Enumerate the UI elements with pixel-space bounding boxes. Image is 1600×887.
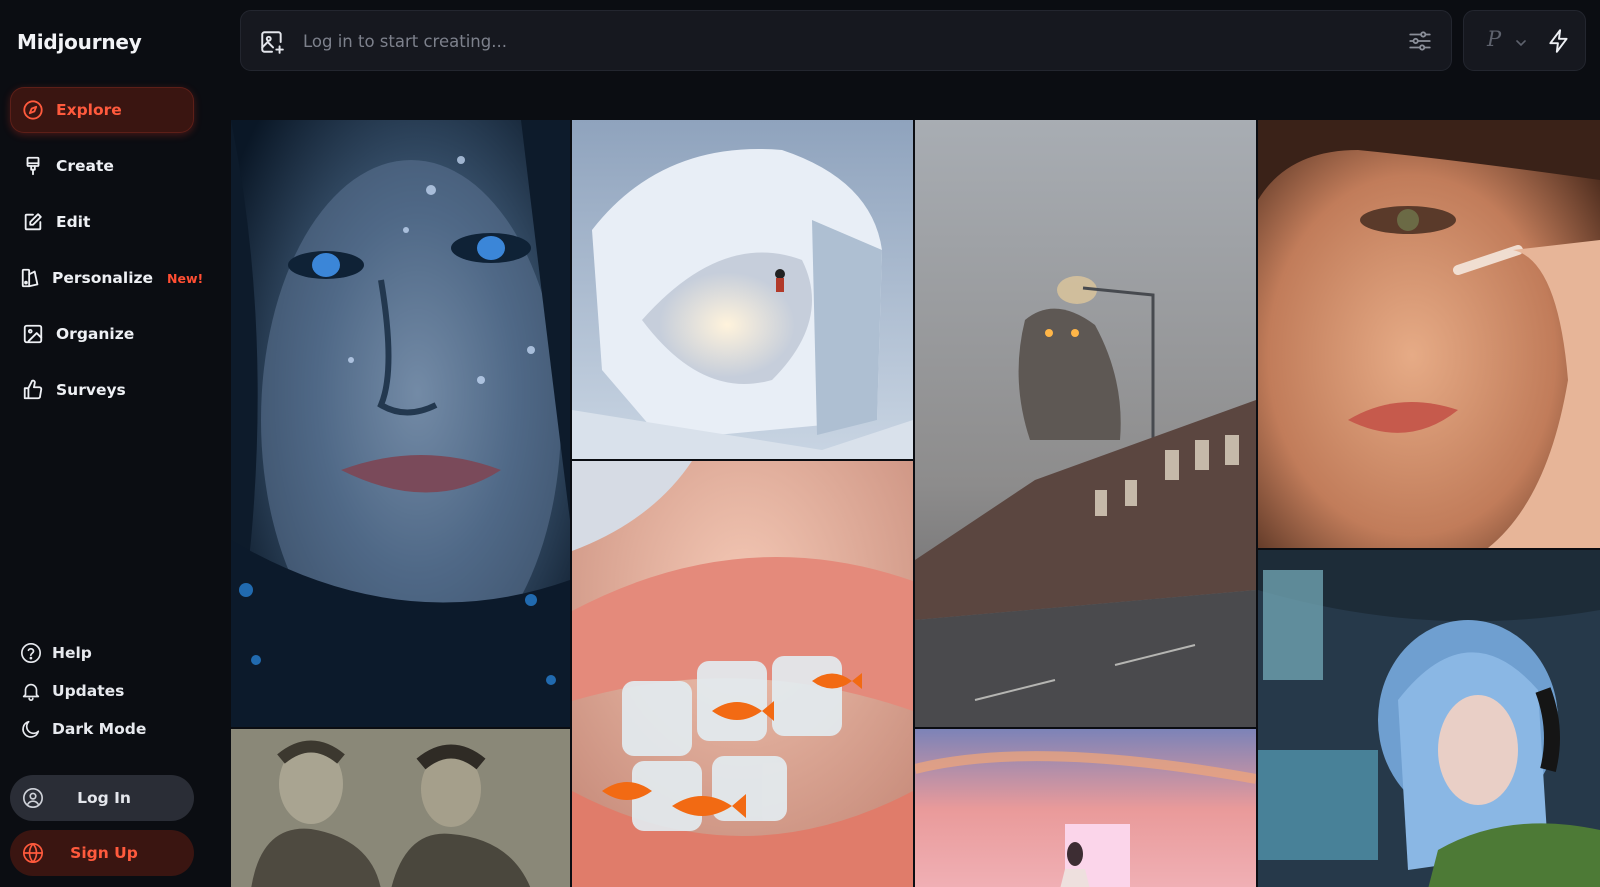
image-folder-icon (20, 321, 46, 347)
updates-link[interactable]: Updates (18, 676, 124, 706)
nav-item-edit[interactable]: Edit (10, 199, 194, 245)
new-badge: New! (167, 270, 204, 286)
gallery-image[interactable] (915, 729, 1256, 887)
updates-label: Updates (52, 682, 125, 700)
sign-up-button[interactable]: Sign Up (10, 830, 194, 876)
gallery-image[interactable] (231, 729, 570, 887)
vintage-men-image (231, 729, 570, 887)
gallery-image[interactable] (572, 120, 913, 459)
sliders-icon[interactable] (1407, 28, 1433, 54)
moon-icon (18, 716, 44, 742)
gallery-image[interactable] (1258, 550, 1600, 887)
help-icon (18, 640, 44, 666)
compass-icon (20, 97, 46, 123)
help-link[interactable]: Help (18, 638, 92, 668)
personalize-icon (20, 265, 42, 291)
prompt-bar (240, 10, 1452, 71)
snow-wave-image (572, 120, 913, 459)
nav-item-personalize[interactable]: Personalize New! (10, 255, 203, 301)
nav-label-surveys: Surveys (56, 381, 126, 399)
nav-label-edit: Edit (56, 213, 91, 231)
nav-item-explore[interactable]: Explore (10, 87, 194, 133)
chevron-down-icon[interactable] (1515, 37, 1527, 49)
explore-gallery (231, 120, 1600, 887)
gallery-image[interactable] (572, 461, 913, 887)
prompt-input[interactable] (303, 23, 1363, 59)
bell-icon (18, 678, 44, 704)
top-right-controls: P (1463, 10, 1586, 71)
skincare-face-image (1258, 120, 1600, 548)
add-image-icon[interactable] (259, 29, 285, 55)
help-label: Help (52, 644, 92, 662)
gallery-image[interactable] (915, 120, 1256, 727)
nav-item-create[interactable]: Create (10, 143, 194, 189)
sidebar: Midjourney Explore Create Edit Personali… (0, 0, 210, 887)
user-circle-icon (20, 785, 46, 811)
gallery-image[interactable] (1258, 120, 1600, 548)
nav-label-organize: Organize (56, 325, 135, 343)
brush-icon (20, 153, 46, 179)
profile-button[interactable]: P (1487, 27, 1501, 51)
nav-label-explore: Explore (56, 101, 122, 119)
nav-item-organize[interactable]: Organize (10, 311, 194, 357)
log-in-button[interactable]: Log In (10, 775, 194, 821)
dark-mode-label: Dark Mode (52, 720, 147, 738)
water-face-image (231, 120, 570, 727)
goldfish-lips-image (572, 461, 913, 887)
sunset-door-image (915, 729, 1256, 887)
anime-girl-image (1258, 550, 1600, 887)
nav-label-personalize: Personalize (52, 269, 154, 287)
nav-item-surveys[interactable]: Surveys (10, 367, 194, 413)
thumbs-up-icon (20, 377, 46, 403)
edit-icon (20, 209, 46, 235)
globe-icon (20, 840, 46, 866)
brand-logo[interactable]: Midjourney (17, 30, 142, 54)
nav-label-create: Create (56, 157, 114, 175)
dark-mode-toggle[interactable]: Dark Mode (18, 714, 146, 744)
owl-street-image (915, 120, 1256, 727)
lightning-icon[interactable] (1546, 28, 1572, 54)
gallery-image[interactable] (231, 120, 570, 727)
